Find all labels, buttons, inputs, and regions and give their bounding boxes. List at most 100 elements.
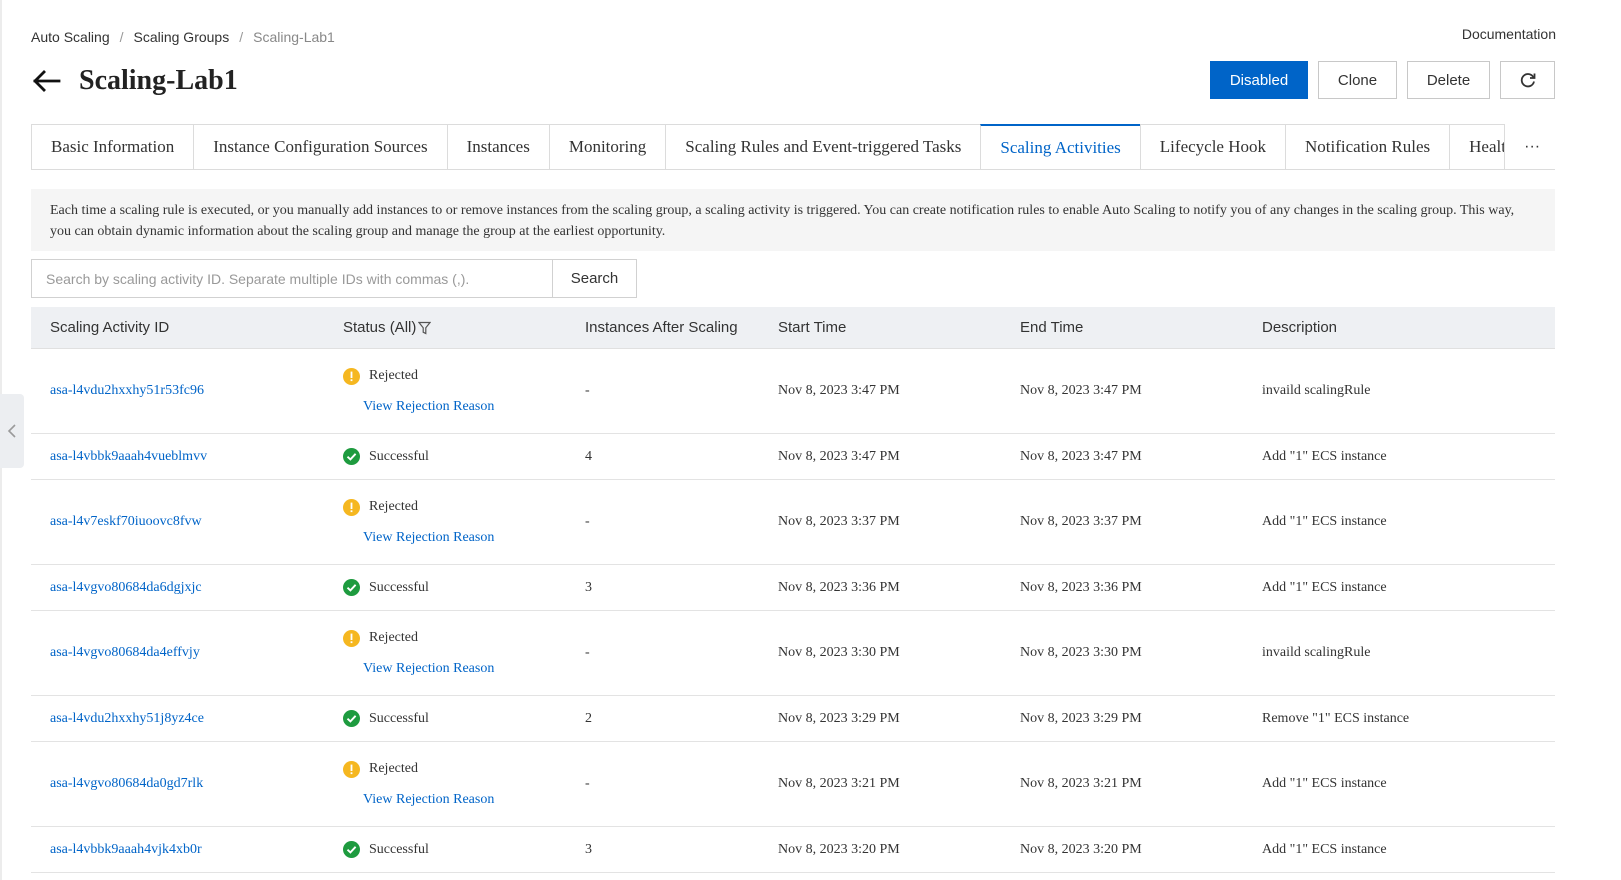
search-bar: Search <box>31 259 637 298</box>
start-time-cell: Nov 8, 2023 3:21 PM <box>778 776 900 791</box>
status-cell: Rejected View Rejection Reason <box>343 760 566 808</box>
view-rejection-reason-link[interactable]: View Rejection Reason <box>343 399 566 415</box>
activity-id-link[interactable]: asa-l4vgvo80684da6dgjxjc <box>50 580 202 595</box>
end-time-cell: Nov 8, 2023 3:29 PM <box>1020 710 1142 726</box>
breadcrumb: Auto Scaling / Scaling Groups / Scaling-… <box>31 27 335 47</box>
description-cell: Add "1" ECS instance <box>1262 579 1387 595</box>
description-cell: Add "1" ECS instance <box>1262 448 1387 464</box>
table-row: asa-l4vgvo80684da6dgjxjc Successful 3 Nov 8… <box>31 565 1555 611</box>
instances-cell: 4 <box>585 448 592 464</box>
filter-icon[interactable] <box>418 321 432 335</box>
column-header-instances: Instances After Scaling <box>585 319 738 336</box>
tab-lifecycle-hook[interactable]: Lifecycle Hook <box>1139 124 1285 169</box>
status-successful: Successful <box>343 710 566 727</box>
back-button[interactable] <box>31 66 61 96</box>
title-row: Scaling-Lab1 <box>31 62 238 100</box>
table-row: asa-l4vgvo80684da0gd7rlk Rejected View Rej… <box>31 742 1555 827</box>
search-input[interactable] <box>31 259 553 298</box>
column-header-start-time: Start Time <box>778 319 847 336</box>
status-cell: Rejected View Rejection Reason <box>343 367 566 415</box>
description-cell: invaild scalingRule <box>1262 383 1371 398</box>
activity-id-link[interactable]: asa-l4v7eskf70iuoovc8fvw <box>50 514 202 529</box>
tab-bar: Basic Information Instance Configuration… <box>31 124 1555 170</box>
table-row: asa-l4vbbk9aaah4vueblmvv Successful 4 Nov 8… <box>31 434 1555 480</box>
description-cell: Add "1" ECS instance <box>1262 514 1387 529</box>
page-title: Scaling-Lab1 <box>79 65 238 96</box>
activity-id-link[interactable]: asa-l4vgvo80684da0gd7rlk <box>50 776 203 791</box>
start-time-cell: Nov 8, 2023 3:29 PM <box>778 710 900 726</box>
column-header-status[interactable]: Status (All) <box>324 319 566 336</box>
view-rejection-reason-link[interactable]: View Rejection Reason <box>343 792 566 808</box>
info-notice: Each time a scaling rule is executed, or… <box>31 189 1555 251</box>
activity-id-link[interactable]: asa-l4vdu2hxxhy51j8yz4ce <box>50 711 204 726</box>
refresh-button[interactable] <box>1500 61 1555 99</box>
description-cell: Add "1" ECS instance <box>1262 776 1387 791</box>
tab-instances[interactable]: Instances <box>446 124 549 169</box>
view-rejection-reason-link[interactable]: View Rejection Reason <box>343 661 566 677</box>
activity-id-cell: asa-l4vbbk9aaah4vjk4xb0r <box>31 842 324 858</box>
instances-cell: 3 <box>585 841 592 857</box>
tab-monitoring[interactable]: Monitoring <box>548 124 666 169</box>
disabled-button[interactable]: Disabled <box>1210 61 1308 99</box>
check-circle-icon <box>343 710 360 727</box>
tab-basic-information[interactable]: Basic Information <box>31 124 194 169</box>
activity-id-cell: asa-l4v7eskf70iuoovc8fvw <box>31 514 324 530</box>
sidebar-collapse-handle[interactable] <box>0 394 24 468</box>
breadcrumb-auto-scaling[interactable]: Auto Scaling <box>31 29 110 45</box>
warning-icon <box>343 760 360 778</box>
activity-id-link[interactable]: asa-l4vdu2hxxhy51r53fc96 <box>50 383 204 398</box>
status-rejected: Rejected <box>343 498 566 516</box>
documentation-link[interactable]: Documentation <box>1462 26 1556 42</box>
start-time-cell: Nov 8, 2023 3:47 PM <box>778 448 900 464</box>
warning-icon <box>343 629 360 647</box>
activity-id-link[interactable]: asa-l4vbbk9aaah4vjk4xb0r <box>50 842 202 857</box>
description-cell: Add "1" ECS instance <box>1262 841 1387 857</box>
breadcrumb-scaling-groups[interactable]: Scaling Groups <box>134 29 230 45</box>
breadcrumb-current: Scaling-Lab1 <box>253 29 335 45</box>
status-label: Successful <box>369 841 429 857</box>
end-time-cell: Nov 8, 2023 3:21 PM <box>1020 776 1142 791</box>
breadcrumb-separator: / <box>119 29 124 45</box>
status-successful: Successful <box>343 579 566 596</box>
clone-button[interactable]: Clone <box>1318 61 1397 99</box>
tab-scaling-activities[interactable]: Scaling Activities <box>980 124 1140 169</box>
tab-health-check[interactable]: Healt <box>1449 124 1506 169</box>
warning-icon <box>343 498 360 516</box>
instances-cell: - <box>585 383 590 398</box>
status-label: Rejected <box>369 368 418 383</box>
status-label: Successful <box>369 579 429 595</box>
status-label: Successful <box>369 448 429 464</box>
table-row: asa-l4vdu2hxxhy51r53fc96 Rejected View Rej… <box>31 349 1555 434</box>
status-label: Rejected <box>369 499 418 514</box>
table-row: asa-l4vdu2hxxhy51j8yz4ce Successful 2 Nov 8… <box>31 696 1555 742</box>
activity-id-link[interactable]: asa-l4vgvo80684da4effvjy <box>50 645 200 660</box>
status-successful: Successful <box>343 448 566 465</box>
delete-button[interactable]: Delete <box>1407 61 1490 99</box>
status-column-cell: Rejected View Rejection Reason <box>324 498 566 546</box>
status-rejected: Rejected <box>343 760 566 778</box>
status-label: Successful <box>369 710 429 726</box>
start-time-cell: Nov 8, 2023 3:47 PM <box>778 383 900 398</box>
column-header-end-time: End Time <box>1020 319 1084 336</box>
end-time-cell: Nov 8, 2023 3:47 PM <box>1020 383 1142 398</box>
tab-notification-rules[interactable]: Notification Rules <box>1285 124 1450 169</box>
tab-instance-configuration-sources[interactable]: Instance Configuration Sources <box>193 124 447 169</box>
description-cell: Remove "1" ECS instance <box>1262 710 1410 726</box>
refresh-icon <box>1520 73 1535 88</box>
view-rejection-reason-link[interactable]: View Rejection Reason <box>343 530 566 546</box>
arrow-left-icon <box>33 70 61 92</box>
search-button[interactable]: Search <box>553 259 637 298</box>
warning-icon <box>343 367 360 385</box>
end-time-cell: Nov 8, 2023 3:30 PM <box>1020 645 1142 660</box>
tab-scaling-rules[interactable]: Scaling Rules and Event-triggered Tasks <box>665 124 981 169</box>
activity-id-link[interactable]: asa-l4vbbk9aaah4vueblmvv <box>50 449 207 464</box>
status-column-cell: Rejected View Rejection Reason <box>324 760 566 808</box>
tabs-more-button[interactable]: ··· <box>1505 124 1555 169</box>
activity-id-cell: asa-l4vgvo80684da0gd7rlk <box>31 776 324 792</box>
status-label: Rejected <box>369 630 418 645</box>
check-circle-icon <box>343 841 360 858</box>
instances-cell: 2 <box>585 710 592 726</box>
instances-cell: 3 <box>585 579 592 595</box>
table-body: asa-l4vdu2hxxhy51r53fc96 Rejected View Rej… <box>31 349 1555 873</box>
start-time-cell: Nov 8, 2023 3:20 PM <box>778 841 900 857</box>
